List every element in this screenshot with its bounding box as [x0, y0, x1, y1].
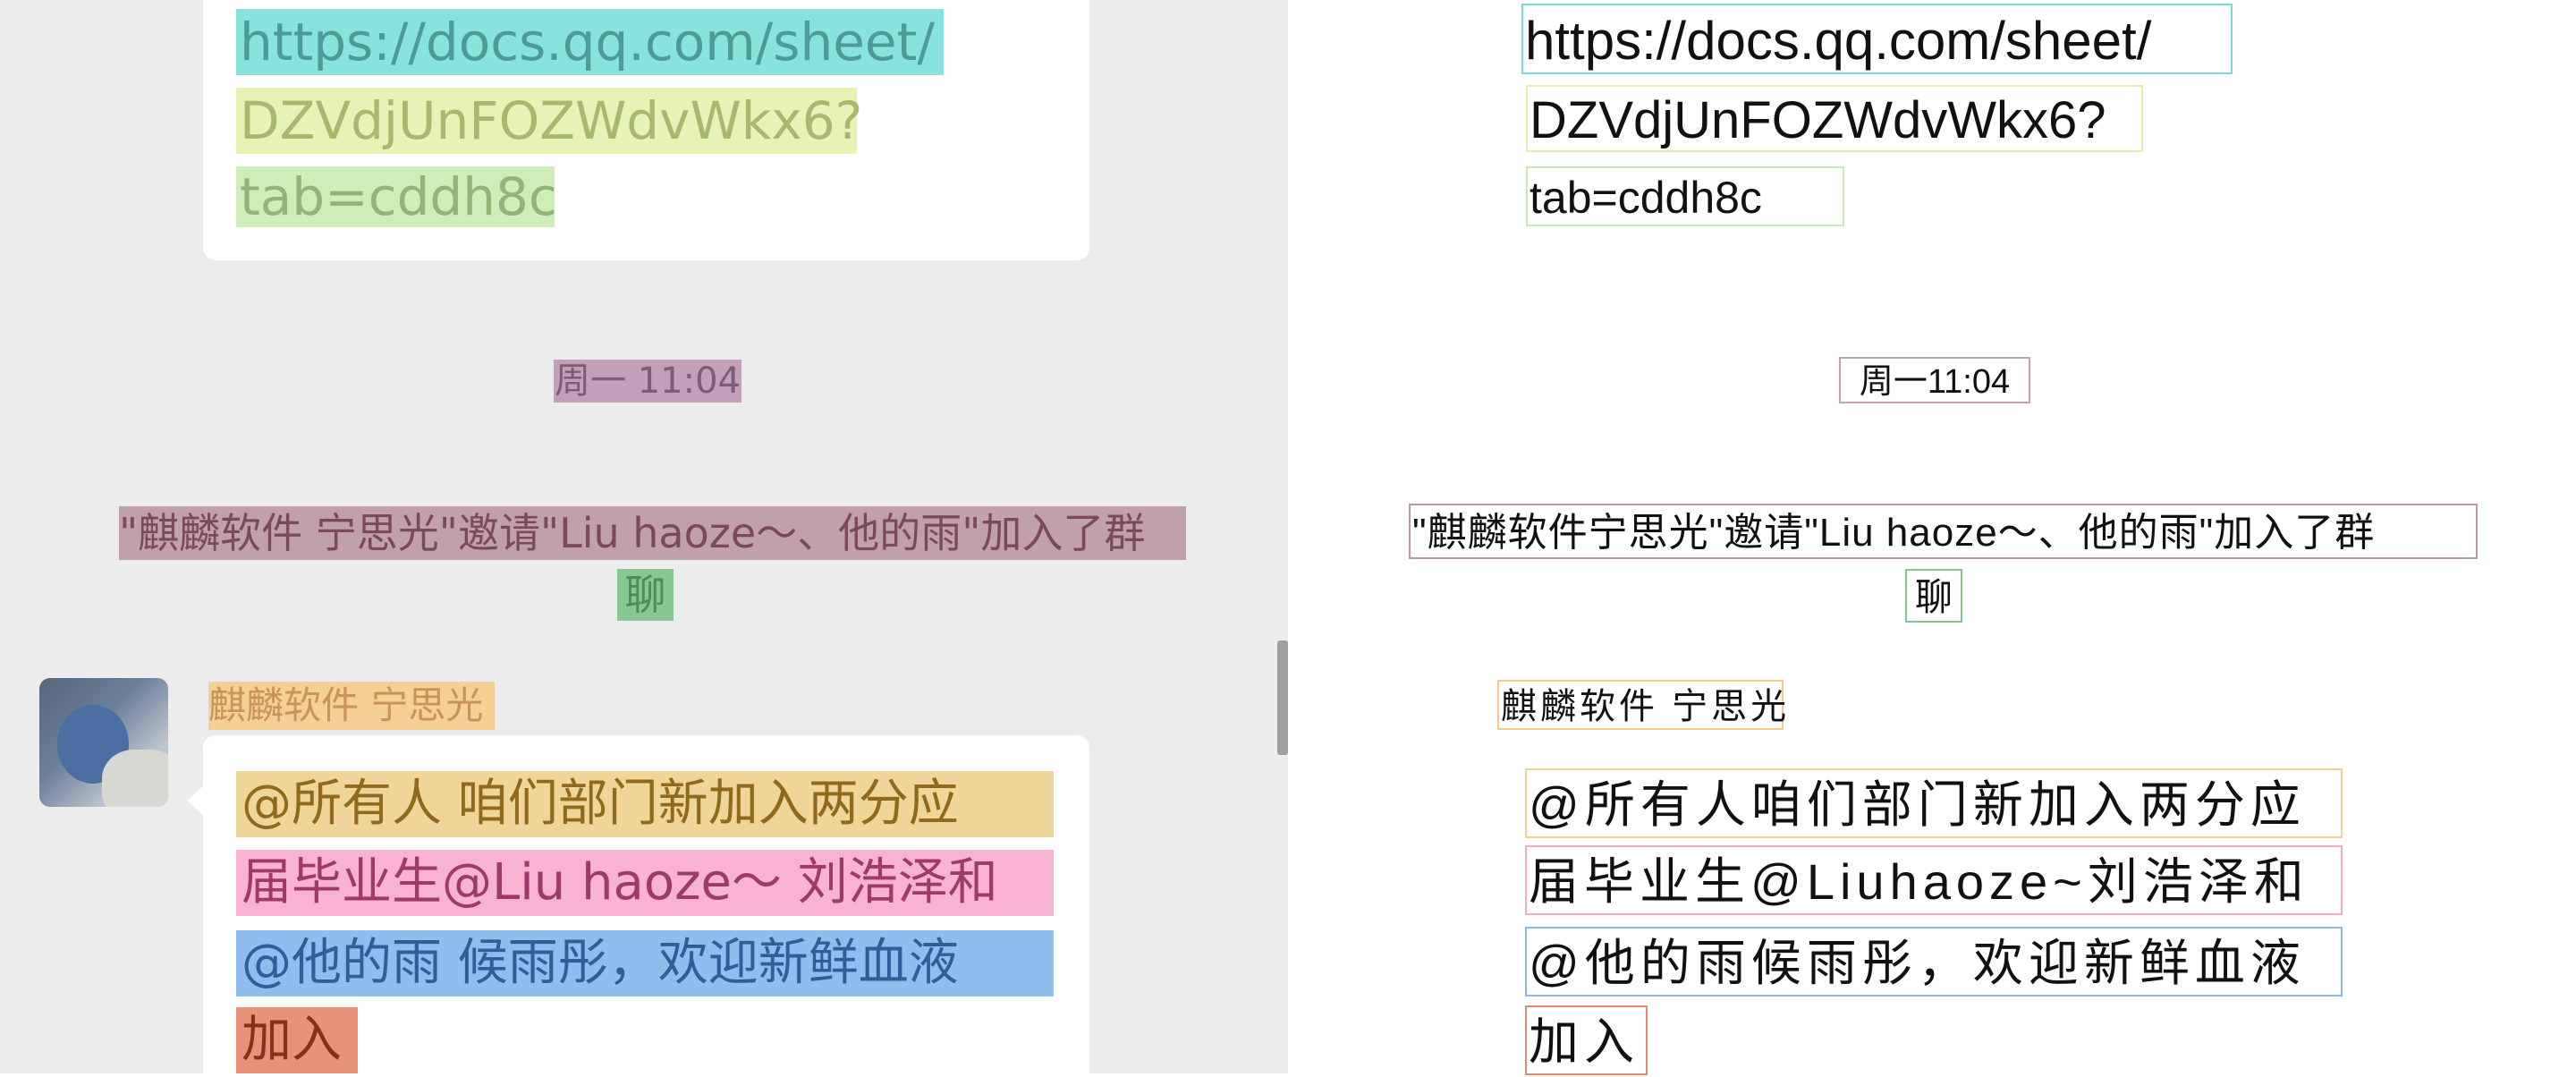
ocr-url-line-3: tab=cddh8c — [1526, 166, 1844, 226]
url-line-3[interactable]: tab=cddh8c — [236, 166, 557, 227]
ocr-message-line-4: 加入 — [1525, 1005, 1648, 1075]
ocr-url-line-2: DZVdjUnFOZWdvWkx6? — [1526, 85, 2143, 152]
ocr-render-panel: https://docs.qq.com/sheet/ DZVdjUnFOZWdv… — [1288, 0, 2576, 1075]
message-line-3: @他的雨 候雨彤，欢迎新鲜血液 — [236, 930, 1054, 996]
chat-screenshot-panel: https://docs.qq.com/sheet/ DZVdjUnFOZWdv… — [0, 0, 1288, 1073]
avatar-blanket — [102, 750, 168, 807]
scrollbar-thumb[interactable] — [1277, 640, 1288, 755]
ocr-sender-name: 麒麟软件 宁思光 — [1497, 680, 1786, 730]
url-line-2[interactable]: DZVdjUnFOZWdvWkx6? — [236, 88, 862, 154]
ocr-message-line-2: 届毕业生@Liuhaoze~刘浩泽和 — [1525, 845, 2343, 915]
ocr-timestamp: 周一11:04 — [1839, 357, 2030, 403]
bubble-tail — [187, 785, 204, 816]
sender-avatar[interactable] — [39, 678, 168, 807]
system-notice-line-2: 聊 — [617, 569, 674, 621]
sender-name: 麒麟软件 宁思光 — [208, 682, 495, 730]
ocr-system-notice-line-2: 聊 — [1905, 569, 1962, 623]
ocr-message-line-1: @所有人咱们部门新加入两分应 — [1525, 768, 2343, 838]
ocr-url-line-1: https://docs.qq.com/sheet/ — [1521, 4, 2233, 74]
system-notice-line-1: "麒麟软件 宁思光"邀请"Liu haoze～、他的雨"加入了群 — [119, 506, 1186, 560]
ocr-system-notice-line-1: "麒麟软件宁思光"邀请"Liu haoze～、他的雨"加入了群 — [1409, 504, 2478, 559]
message-line-1: @所有人 咱们部门新加入两分应 — [236, 771, 1054, 837]
message-line-4: 加入 — [236, 1007, 358, 1073]
url-line-1[interactable]: https://docs.qq.com/sheet/ — [236, 9, 944, 75]
message-line-2: 届毕业生@Liu haoze～ 刘浩泽和 — [236, 850, 1054, 916]
ocr-message-line-3: @他的雨候雨彤，欢迎新鲜血液 — [1525, 927, 2343, 996]
timestamp: 周一 11:04 — [554, 360, 741, 403]
